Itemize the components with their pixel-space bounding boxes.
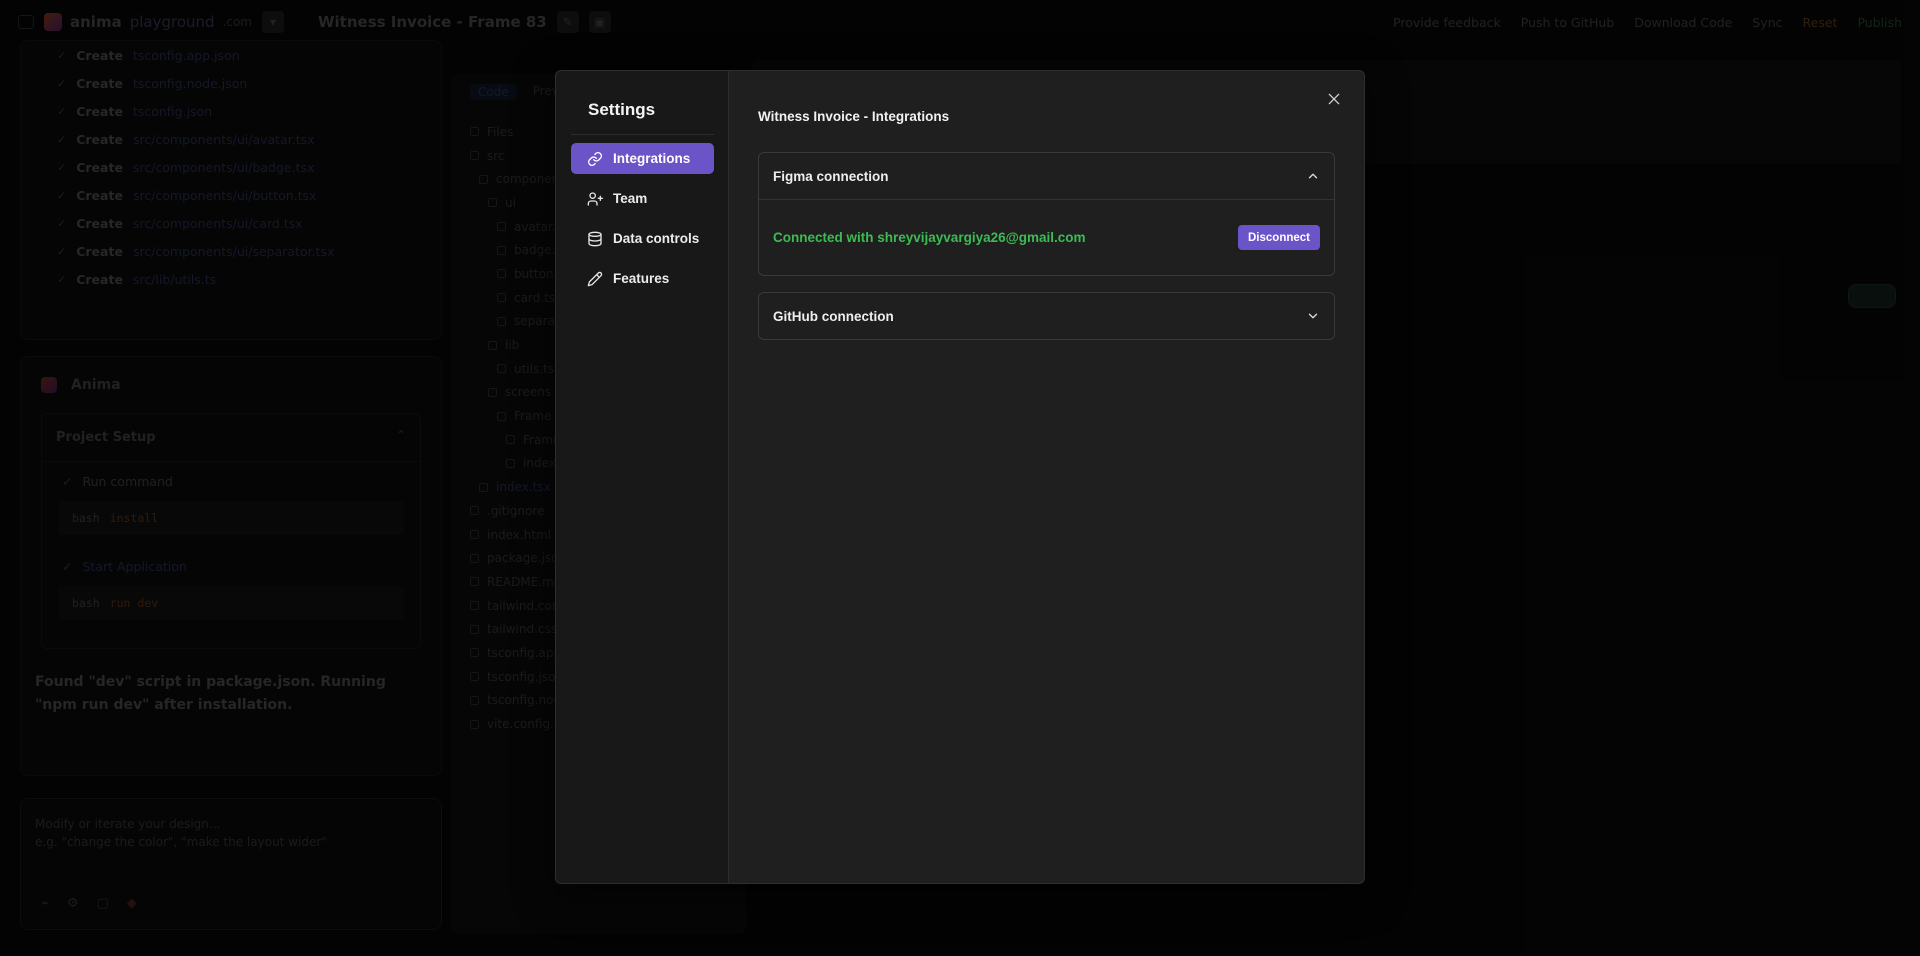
user-plus-icon — [587, 191, 603, 206]
nav-label: Data controls — [613, 231, 700, 246]
nav-label: Features — [613, 271, 670, 286]
figma-connection-panel: Figma connection Connected with shreyvij… — [758, 152, 1335, 276]
nav-item-team[interactable]: Team — [571, 183, 714, 214]
link-icon — [588, 151, 602, 166]
chevron-down-icon — [1308, 313, 1318, 319]
nav-item-features[interactable]: Features — [571, 263, 714, 294]
settings-nav: Integrations Team Data controls Features — [571, 143, 714, 294]
github-connection-header[interactable]: GitHub connection — [759, 293, 1334, 339]
settings-title: Settings — [571, 71, 714, 135]
chevron-up-icon — [1308, 173, 1318, 179]
github-connection-panel: GitHub connection — [758, 292, 1335, 340]
figma-connection-header[interactable]: Figma connection — [759, 153, 1334, 199]
database-icon — [588, 231, 602, 246]
settings-content: Witness Invoice - Integrations Figma con… — [729, 71, 1364, 883]
close-icon — [1328, 93, 1340, 105]
nav-item-integrations[interactable]: Integrations — [571, 143, 714, 174]
nav-label: Integrations — [613, 151, 691, 166]
nav-label: Team — [613, 191, 648, 206]
github-connection-title: GitHub connection — [773, 308, 894, 324]
close-button[interactable] — [1322, 87, 1346, 111]
connection-status: Connected with shreyvijayvargiya26@gmail… — [773, 230, 1086, 245]
figma-connection-body: Connected with shreyvijayvargiya26@gmail… — [759, 199, 1334, 275]
nav-item-data-controls[interactable]: Data controls — [571, 223, 714, 254]
figma-connection-title: Figma connection — [773, 168, 889, 184]
app-root: anima playground .com ▾ Witness Invoice … — [0, 0, 1920, 956]
pencil-icon — [587, 271, 603, 286]
settings-modal: Settings Integrations Team Data controls… — [555, 70, 1365, 884]
page-title: Witness Invoice - Integrations — [758, 109, 950, 124]
settings-sidebar: Settings Integrations Team Data controls… — [556, 71, 729, 883]
disconnect-button[interactable]: Disconnect — [1238, 225, 1320, 250]
